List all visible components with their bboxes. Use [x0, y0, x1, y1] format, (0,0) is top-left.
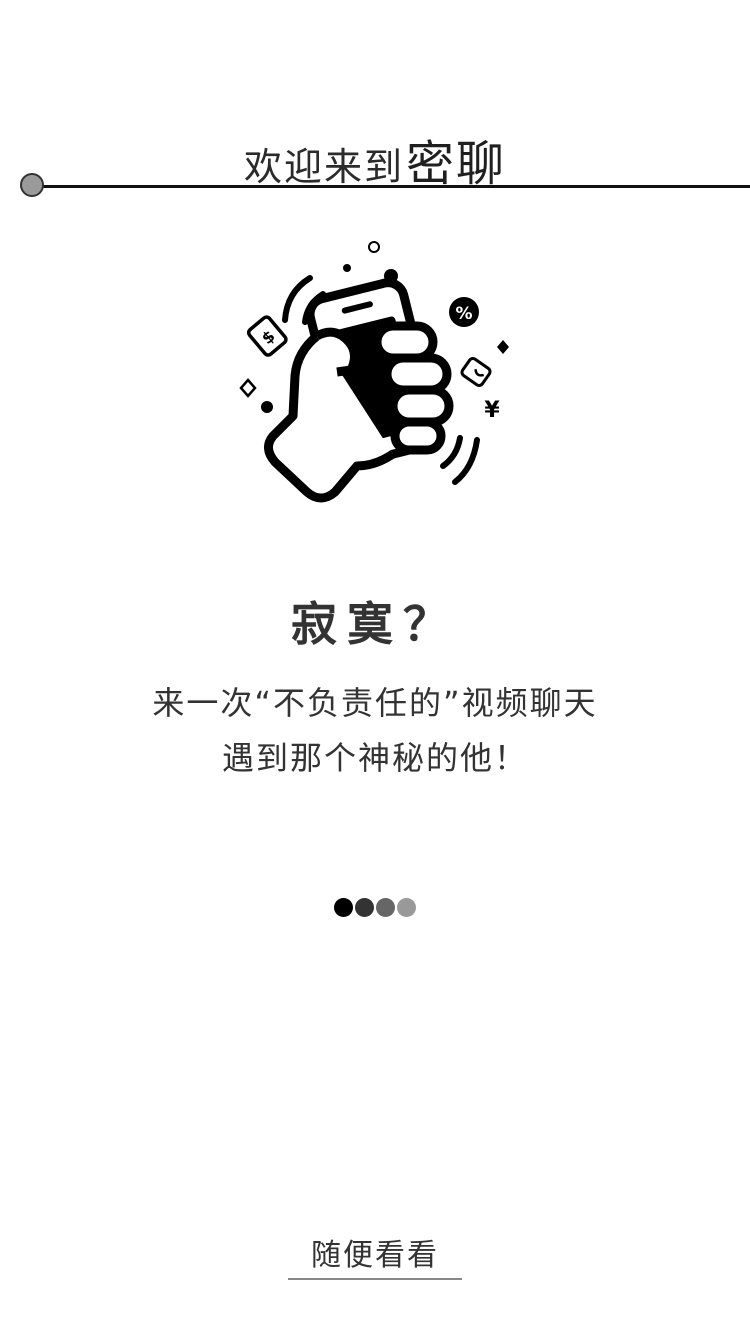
page-dot[interactable] [397, 898, 416, 917]
subtitle-line-2: 遇到那个神秘的他！ [221, 739, 528, 777]
page-headline: 寂寞？ [291, 597, 459, 651]
subtitle-line-1: 来一次“不负责任的”视频聊天 [152, 684, 598, 722]
header: 欢迎来到密聊 [0, 110, 750, 200]
divider-dot [20, 173, 44, 197]
svg-text:%: % [455, 304, 472, 324]
brand-name: 密聊 [406, 136, 507, 192]
svg-text:$: $ [258, 326, 279, 348]
hand-phone-illustration: % $ ¥ [225, 230, 525, 510]
page-indicator [0, 898, 750, 920]
page-dot[interactable] [355, 898, 374, 917]
page-dot[interactable] [376, 898, 395, 917]
skip-button[interactable]: 随便看看 [288, 1230, 462, 1280]
svg-text:¥: ¥ [484, 398, 500, 423]
welcome-title: 欢迎来到密聊 [0, 124, 750, 194]
hand-holding-phone-icon: % $ ¥ [239, 241, 509, 503]
welcome-text: 欢迎来到 [243, 145, 404, 189]
header-divider [40, 185, 750, 188]
page-dot[interactable] [334, 898, 353, 917]
